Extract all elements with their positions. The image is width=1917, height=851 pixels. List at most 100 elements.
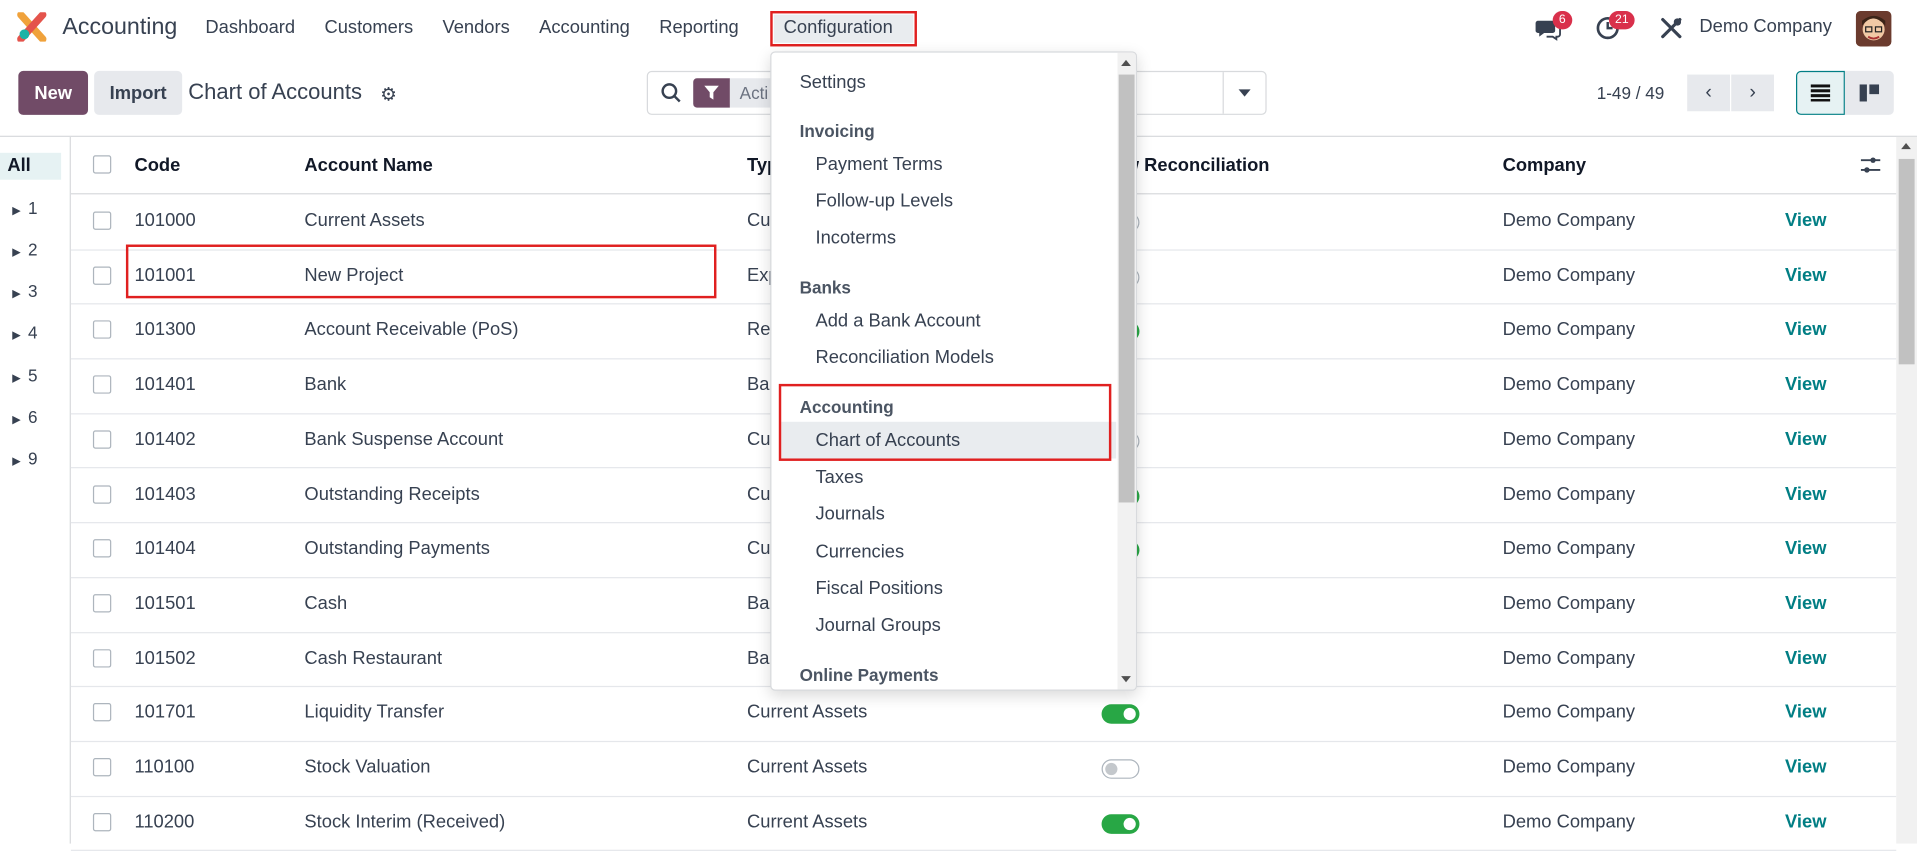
dropdown-item-payment-terms[interactable]: Payment Terms: [815, 154, 942, 175]
cell-code: 101401: [134, 374, 196, 396]
view-link[interactable]: View: [1785, 811, 1826, 832]
app-window: Accounting Dashboard Customers Vendors A…: [0, 0, 1917, 851]
row-checkbox[interactable]: [92, 320, 112, 340]
side-panel-all[interactable]: All: [0, 152, 62, 180]
app-name[interactable]: Accounting: [62, 15, 177, 42]
cell-company: Demo Company: [1502, 702, 1636, 723]
cell-account-name: Outstanding Payments: [304, 538, 490, 559]
kanban-view-button[interactable]: [1844, 70, 1894, 115]
scroll-up-arrow[interactable]: [1901, 143, 1911, 150]
view-link[interactable]: View: [1785, 757, 1826, 778]
company-switcher[interactable]: Demo Company: [1699, 16, 1832, 37]
scroll-up-arrow[interactable]: [1121, 59, 1131, 67]
dropdown-item-incoterms[interactable]: Incoterms: [815, 227, 896, 248]
accounting-app-icon[interactable]: [17, 12, 47, 42]
dropdown-item-taxes[interactable]: Taxes: [815, 467, 863, 488]
search-options-toggle[interactable]: [1222, 72, 1266, 114]
cell-company: Demo Company: [1502, 647, 1636, 669]
chevron-right-icon: ›: [1749, 81, 1756, 103]
view-link[interactable]: View: [1785, 702, 1826, 723]
row-checkbox[interactable]: [92, 594, 112, 613]
side-panel-group[interactable]: ▶ 4: [12, 323, 37, 343]
new-button[interactable]: New: [18, 70, 89, 115]
side-panel-group[interactable]: ▶ 1: [12, 198, 37, 218]
menu-reporting[interactable]: Reporting: [645, 0, 754, 56]
dropdown-item-reconciliation-models[interactable]: Reconciliation Models: [815, 347, 993, 368]
view-link[interactable]: View: [1785, 647, 1826, 668]
cell-company: Demo Company: [1502, 428, 1636, 450]
side-panel-group[interactable]: ▶ 3: [12, 281, 37, 301]
cell-code: 101402: [134, 428, 196, 450]
row-checkbox[interactable]: [92, 648, 112, 668]
view-link[interactable]: View: [1785, 429, 1826, 450]
tools-icon[interactable]: [1658, 15, 1685, 42]
row-checkbox[interactable]: [92, 703, 112, 722]
view-link[interactable]: View: [1785, 374, 1826, 395]
highlight-box-configuration: [770, 11, 917, 47]
dropdown-item-follow-up-levels[interactable]: Follow-up Levels: [815, 191, 953, 212]
select-all-checkbox[interactable]: [92, 155, 112, 174]
row-checkbox[interactable]: [92, 375, 112, 394]
dropdown-scrollbar-thumb[interactable]: [1118, 74, 1135, 503]
side-panel-group[interactable]: ▶ 6: [12, 407, 37, 427]
dropdown-scrollbar[interactable]: [1117, 52, 1136, 690]
column-account-name[interactable]: Account Name: [304, 155, 432, 176]
user-avatar[interactable]: [1855, 11, 1892, 47]
pager-next-button[interactable]: ›: [1731, 74, 1774, 112]
cell-account-name: Cash Restaurant: [304, 647, 443, 669]
dropdown-item-add-bank-account[interactable]: Add a Bank Account: [815, 311, 980, 332]
row-checkbox[interactable]: [92, 812, 112, 831]
menu-accounting[interactable]: Accounting: [524, 0, 644, 56]
dropdown-item-journal-groups[interactable]: Journal Groups: [815, 615, 940, 636]
search-icon: [661, 83, 681, 103]
view-link[interactable]: View: [1785, 265, 1826, 286]
dropdown-item-settings[interactable]: Settings: [800, 72, 866, 93]
cell-account-name: Stock Interim (Received): [304, 811, 506, 833]
gear-icon[interactable]: ⚙: [380, 83, 396, 105]
dropdown-item-fiscal-positions[interactable]: Fiscal Positions: [815, 578, 942, 599]
highlight-box-row-101001: [125, 244, 717, 299]
view-link[interactable]: View: [1785, 484, 1826, 505]
dropdown-item-currencies[interactable]: Currencies: [815, 542, 904, 563]
table-row[interactable]: 110100 Stock Valuation Current Assets Demo …: [70, 741, 1897, 797]
search-facet[interactable]: Acti: [693, 78, 778, 108]
optional-columns-icon[interactable]: [1860, 156, 1881, 173]
side-panel-group[interactable]: ▶ 2: [12, 240, 37, 260]
row-checkbox[interactable]: [92, 266, 112, 285]
allow-reconciliation-toggle[interactable]: [1101, 813, 1140, 834]
menu-customers[interactable]: Customers: [310, 0, 428, 56]
cell-type: Cu: [747, 428, 771, 450]
view-link[interactable]: View: [1785, 593, 1826, 614]
row-checkbox[interactable]: [92, 430, 112, 449]
allow-reconciliation-toggle[interactable]: [1101, 759, 1140, 779]
dropdown-item-journals[interactable]: Journals: [815, 504, 884, 525]
scrollbar-thumb[interactable]: [1898, 158, 1915, 365]
view-link[interactable]: View: [1785, 538, 1826, 559]
list-view-button[interactable]: [1795, 70, 1845, 115]
menu-vendors[interactable]: Vendors: [428, 0, 525, 56]
cell-code: 101404: [134, 538, 196, 559]
scroll-down-arrow[interactable]: [1121, 676, 1131, 683]
side-panel-group[interactable]: ▶ 9: [12, 449, 37, 469]
cell-company: Demo Company: [1502, 264, 1636, 286]
pager-value[interactable]: 1-49 / 49: [1597, 83, 1665, 103]
row-checkbox[interactable]: [92, 484, 112, 504]
allow-reconciliation-toggle[interactable]: [1101, 704, 1140, 725]
import-button[interactable]: Import: [94, 70, 183, 115]
row-checkbox[interactable]: [92, 211, 112, 230]
scrollbar[interactable]: [1896, 136, 1917, 844]
row-checkbox[interactable]: [92, 758, 112, 777]
column-code[interactable]: Code: [134, 155, 180, 176]
caret-right-icon: ▶: [12, 245, 21, 258]
menu-dashboard[interactable]: Dashboard: [191, 0, 310, 56]
table-row[interactable]: 101701 Liquidity Transfer Current Assets De…: [70, 686, 1897, 743]
side-panel-group[interactable]: ▶ 5: [12, 366, 37, 386]
dropdown-header-online-payments: Online Payments: [799, 665, 939, 685]
column-company[interactable]: Company: [1503, 155, 1587, 176]
view-link[interactable]: View: [1785, 320, 1826, 341]
view-link[interactable]: View: [1785, 210, 1826, 231]
column-allow-reconciliation[interactable]: w Reconciliation: [1125, 155, 1270, 176]
row-checkbox[interactable]: [92, 539, 112, 558]
pager-previous-button[interactable]: ‹: [1687, 74, 1730, 112]
cell-account-name: Bank Suspense Account: [304, 428, 504, 450]
